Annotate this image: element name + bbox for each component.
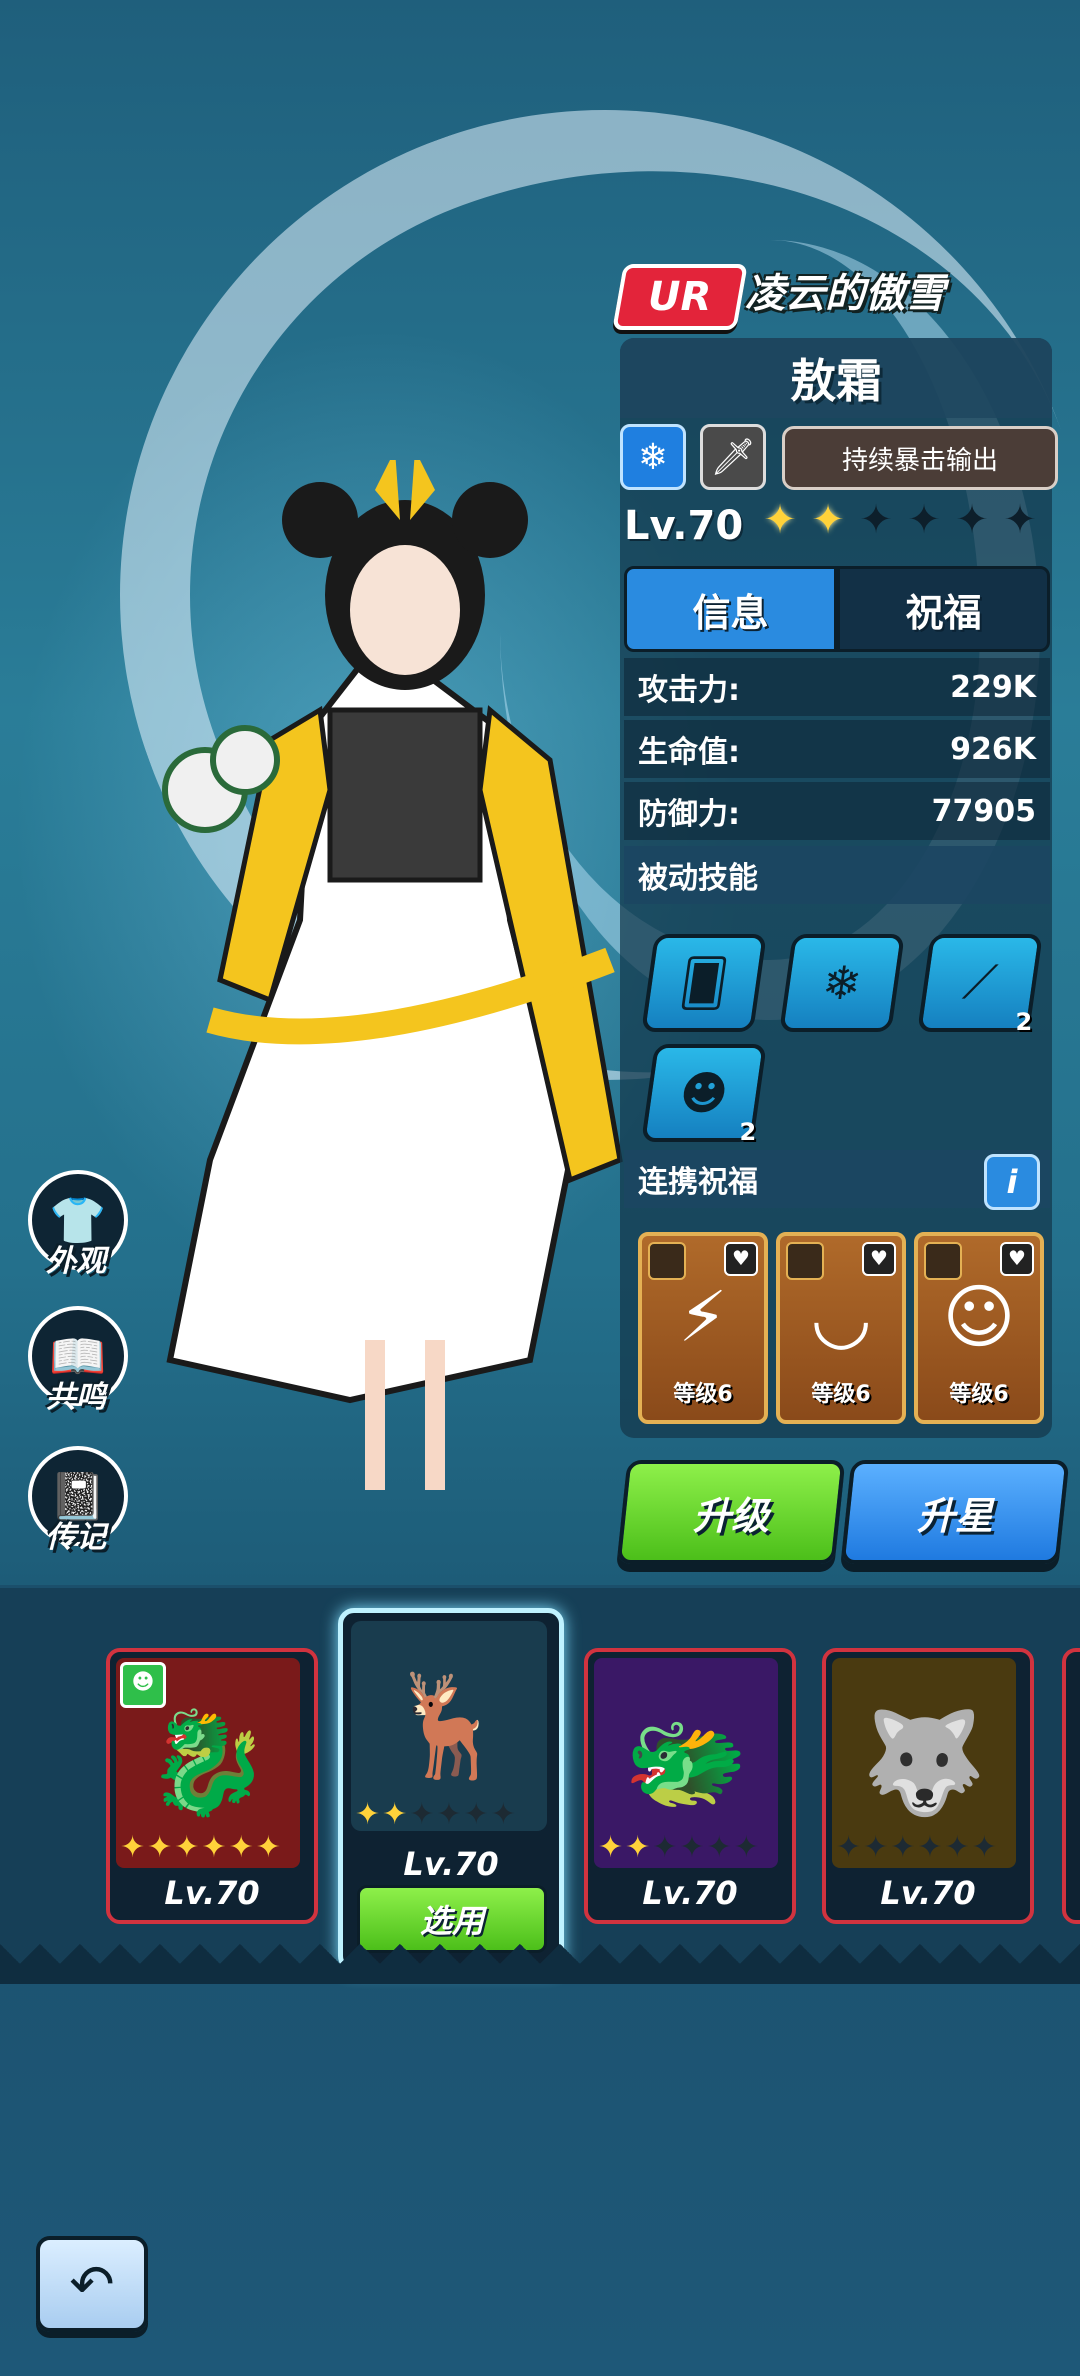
resonance-button[interactable]: 📖 共鸣 — [28, 1306, 128, 1446]
stat-value: 926K — [950, 731, 1036, 767]
stat-label: 攻击力: — [638, 673, 740, 708]
star-icon: ✦ — [907, 497, 941, 543]
frame-icon — [924, 1242, 962, 1280]
star-icon: ✦ — [859, 497, 893, 543]
card-level: Lv.70 — [403, 1845, 499, 1883]
card-stars: ✦ ✦ ✦ ✦ ✦ ✦ — [836, 1830, 997, 1865]
back-arrow-icon: ↶ — [69, 2252, 115, 2316]
side-button-label: 传记 — [46, 1520, 106, 1555]
blessing-level: 等级6 — [811, 1382, 871, 1407]
rarity-badge: UR — [612, 264, 748, 330]
slash-icon[interactable]: ⟋ 2 — [917, 934, 1043, 1036]
blessing-card[interactable]: ♥ ⚡ 等级6 — [638, 1232, 768, 1424]
roster-card-partial[interactable] — [1062, 1648, 1080, 1924]
card-stars: ✦ ✦ ✦ ✦ ✦ ✦ — [598, 1830, 759, 1865]
info-tabs: 信息 祝福 — [624, 566, 1050, 652]
appearance-button[interactable]: 👕 外观 — [28, 1170, 128, 1310]
side-button-label: 共鸣 — [46, 1380, 106, 1415]
tab-info[interactable]: 信息 — [624, 566, 837, 652]
biography-button[interactable]: 📓 传记 — [28, 1446, 128, 1586]
card-level: Lv.70 — [642, 1874, 738, 1912]
roster-card-selected[interactable]: 🦌 ✦ ✦ ✦ ✦ ✦ ✦ Lv.70 选用 — [338, 1608, 564, 1972]
blessing-level: 等级6 — [949, 1382, 1009, 1407]
upgrade-button[interactable]: 升级 — [616, 1460, 846, 1564]
blessing-level: 等级6 — [673, 1382, 733, 1407]
fang-necklace-icon: ◡ — [810, 1276, 872, 1358]
skill-count: 2 — [1015, 1008, 1033, 1036]
star-up-button[interactable]: 升星 — [840, 1460, 1070, 1564]
stat-label: 防御力: — [638, 797, 740, 832]
card-level: Lv.70 — [164, 1874, 260, 1912]
hero-level: Lv.70 — [624, 503, 744, 549]
heart-icon: ♥ — [1000, 1242, 1034, 1276]
stat-row-attack: 攻击力: 229K — [624, 658, 1050, 716]
frame-icon — [648, 1242, 686, 1280]
stat-row-hp: 生命值: 926K — [624, 720, 1050, 778]
stat-label: 生命值: — [638, 735, 740, 770]
hero-illustration — [162, 460, 623, 1490]
hero-title: 凌云的傲雪 — [745, 271, 945, 317]
mask-icon: ☺ — [942, 1276, 1016, 1358]
snowflake-icon[interactable]: ❄ — [779, 934, 905, 1032]
blessing-card[interactable]: ♥ ☺ 等级6 — [914, 1232, 1044, 1424]
roster-card[interactable]: 🐉 ☻ ✦ ✦ ✦ ✦ ✦ ✦ Lv.70 — [106, 1648, 318, 1924]
gold-bars-icon: ⚡ — [678, 1276, 728, 1358]
blessing-card[interactable]: ♥ ◡ 等级6 — [776, 1232, 906, 1424]
star-icon: ✦ — [1003, 497, 1037, 543]
roster-card[interactable]: 🐺 ✦ ✦ ✦ ✦ ✦ ✦ Lv.70 — [822, 1648, 1034, 1924]
star-rating: ✦ ✦ ✦ ✦ ✦ ✦ — [760, 500, 1040, 540]
back-button[interactable]: ↶ — [36, 2236, 148, 2332]
info-button[interactable]: i — [984, 1154, 1040, 1210]
stat-value: 77905 — [931, 793, 1036, 829]
stat-value: 229K — [950, 669, 1036, 705]
card-stars: ✦ ✦ ✦ ✦ ✦ ✦ — [355, 1797, 516, 1832]
cards-icon[interactable]: 🂠 — [641, 934, 767, 1032]
skill-count: 2 — [739, 1118, 757, 1146]
heart-icon: ♥ — [862, 1242, 896, 1276]
frame-icon — [786, 1242, 824, 1280]
snowflake-icon[interactable]: ❄ — [620, 424, 686, 490]
tab-blessing[interactable]: 祝福 — [837, 566, 1050, 652]
select-button[interactable]: 选用 — [357, 1885, 547, 1953]
card-stars: ✦ ✦ ✦ ✦ ✦ ✦ — [120, 1830, 281, 1865]
side-button-label: 外观 — [46, 1244, 106, 1279]
passive-skills-header: 被动技能 — [624, 846, 1050, 904]
star-icon: ✦ — [955, 497, 989, 543]
hero-name: 敖霜 — [620, 338, 1052, 418]
person-icon: ☻ — [120, 1662, 166, 1708]
role-tag: 持续暴击输出 — [782, 426, 1058, 490]
star-icon: ✦ — [763, 497, 797, 543]
card-level: Lv.70 — [880, 1874, 976, 1912]
stat-row-defense: 防御力: 77905 — [624, 782, 1050, 840]
star-icon: ✦ — [811, 497, 845, 543]
sword-icon[interactable]: 🗡 — [700, 424, 766, 490]
roster-card[interactable]: 🐲 ✦ ✦ ✦ ✦ ✦ ✦ Lv.70 — [584, 1648, 796, 1924]
heart-icon: ♥ — [724, 1242, 758, 1276]
roster-divider — [0, 1944, 1080, 1984]
demon-icon[interactable]: ☻ 2 — [641, 1044, 767, 1146]
